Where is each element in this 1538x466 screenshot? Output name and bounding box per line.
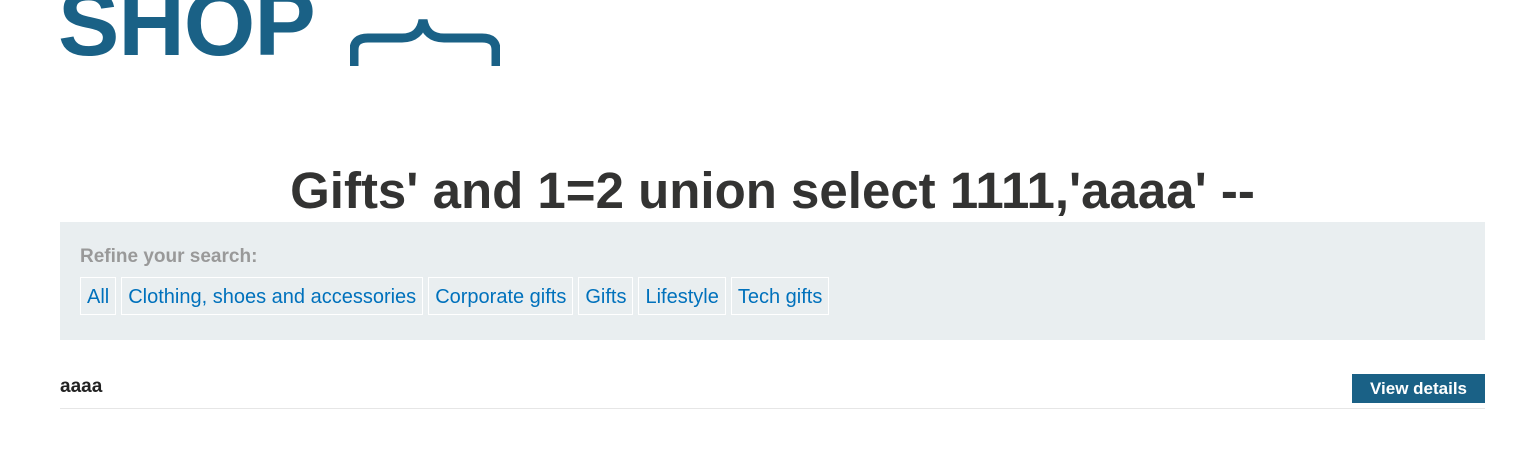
logo-text: SHOP (58, 0, 316, 75)
filter-links: All Clothing, shoes and accessories Corp… (80, 277, 830, 315)
product-name: aaaa (60, 376, 103, 397)
page-title: Gifts' and 1=2 union select 1111,'aaaa' … (290, 162, 1255, 220)
page: SHOP Gifts' and 1=2 union select 1111,'a… (0, 0, 1538, 466)
filter-link-lifestyle[interactable]: Lifestyle (638, 277, 726, 315)
view-details-button[interactable]: View details (1351, 374, 1485, 403)
shop-logo[interactable]: SHOP (58, 0, 500, 88)
filter-link-clothing[interactable]: Clothing, shoes and accessories (121, 277, 424, 315)
hanger-icon (350, 19, 500, 66)
filter-link-corporate-gifts[interactable]: Corporate gifts (428, 277, 574, 315)
filter-link-tech-gifts[interactable]: Tech gifts (730, 277, 830, 315)
filter-label: Refine your search: (80, 246, 258, 267)
filter-link-gifts[interactable]: Gifts (578, 277, 634, 315)
filter-panel: Refine your search: All Clothing, shoes … (60, 222, 1485, 340)
table-row: aaaa View details (60, 370, 1485, 409)
filter-link-all[interactable]: All (80, 277, 117, 315)
